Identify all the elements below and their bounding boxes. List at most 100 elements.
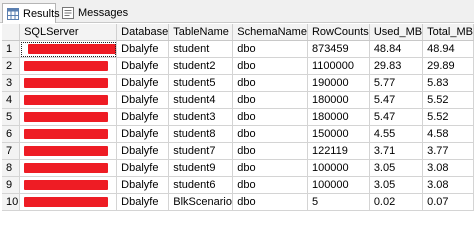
used-mb-cell[interactable]: 5.47 [369, 91, 424, 109]
rowcounts-cell[interactable]: 180000 [307, 91, 370, 109]
table-row[interactable]: 2 Dbalyfe student2 dbo 1100000 29.83 29.… [2, 57, 474, 75]
used-mb-cell[interactable]: 5.47 [369, 108, 424, 126]
sqlserver-cell[interactable] [19, 159, 118, 177]
table-row[interactable]: 8 Dbalyfe student9 dbo 100000 3.05 3.08 [2, 159, 474, 177]
row-number-cell[interactable]: 2 [2, 57, 21, 75]
sqlserver-cell[interactable] [19, 142, 118, 160]
total-mb-cell[interactable]: 3.77 [422, 142, 474, 160]
column-header-rowcounts[interactable]: RowCounts [307, 24, 370, 41]
rowcounts-cell[interactable]: 100000 [307, 176, 370, 194]
tablename-cell[interactable]: student3 [168, 108, 234, 126]
table-row[interactable]: 6 Dbalyfe student8 dbo 150000 4.55 4.58 [2, 125, 474, 143]
table-row[interactable]: 5 Dbalyfe student3 dbo 180000 5.47 5.52 [2, 108, 474, 126]
tab-results[interactable]: Results [2, 3, 60, 23]
column-header-sqlserver[interactable]: SQLServer [19, 24, 118, 41]
tablename-cell[interactable]: student4 [168, 91, 234, 109]
sqlserver-cell[interactable] [19, 108, 118, 126]
used-mb-cell[interactable]: 5.77 [369, 74, 424, 92]
used-mb-cell[interactable]: 3.05 [369, 176, 424, 194]
table-row[interactable]: 7 Dbalyfe student7 dbo 122119 3.71 3.77 [2, 142, 474, 160]
table-row[interactable]: 1 Dbalyfe student dbo 873459 48.84 48.94 [2, 40, 474, 58]
rowcounts-cell[interactable]: 873459 [307, 40, 370, 58]
tablename-cell[interactable]: student9 [168, 159, 234, 177]
schemaname-cell[interactable]: dbo [232, 193, 308, 211]
table-row[interactable]: 4 Dbalyfe student4 dbo 180000 5.47 5.52 [2, 91, 474, 109]
database-cell[interactable]: Dbalyfe [116, 91, 170, 109]
tablename-cell[interactable]: student [168, 40, 234, 58]
database-cell[interactable]: Dbalyfe [116, 176, 170, 194]
row-number-cell[interactable]: 4 [2, 91, 21, 109]
row-number-cell[interactable]: 9 [2, 176, 21, 194]
database-cell[interactable]: Dbalyfe [116, 193, 170, 211]
table-row[interactable]: 10 Dbalyfe BlkScenario dbo 5 0.02 0.07 [2, 193, 474, 211]
rowcounts-cell[interactable]: 5 [307, 193, 370, 211]
table-row[interactable]: 9 Dbalyfe student6 dbo 100000 3.05 3.08 [2, 176, 474, 194]
schemaname-cell[interactable]: dbo [232, 91, 308, 109]
tab-messages[interactable]: Messages [58, 3, 128, 22]
row-number-cell[interactable]: 8 [2, 159, 21, 177]
total-mb-cell[interactable]: 4.58 [422, 125, 474, 143]
used-mb-cell[interactable]: 4.55 [369, 125, 424, 143]
database-cell[interactable]: Dbalyfe [116, 40, 170, 58]
column-header-used-mb[interactable]: Used_MB [369, 24, 424, 41]
used-mb-cell[interactable]: 29.83 [369, 57, 424, 75]
sqlserver-cell[interactable] [19, 74, 118, 92]
schemaname-cell[interactable]: dbo [232, 142, 308, 160]
column-header-schemaname[interactable]: SchemaName [232, 24, 308, 41]
rowcounts-cell[interactable]: 180000 [307, 108, 370, 126]
total-mb-cell[interactable]: 5.83 [422, 74, 474, 92]
sqlserver-cell[interactable] [19, 57, 118, 75]
tablename-cell[interactable]: student7 [168, 142, 234, 160]
total-mb-cell[interactable]: 0.07 [422, 193, 474, 211]
column-header-database[interactable]: Database [116, 24, 170, 41]
rowcounts-cell[interactable]: 122119 [307, 142, 370, 160]
column-header-rownum[interactable] [2, 24, 21, 41]
sqlserver-cell[interactable] [19, 176, 118, 194]
used-mb-cell[interactable]: 48.84 [369, 40, 424, 58]
database-cell[interactable]: Dbalyfe [116, 108, 170, 126]
row-number-cell[interactable]: 7 [2, 142, 21, 160]
column-header-total-mb[interactable]: Total_MB [422, 24, 474, 41]
schemaname-cell[interactable]: dbo [232, 159, 308, 177]
tablename-cell[interactable]: student8 [168, 125, 234, 143]
rowcounts-cell[interactable]: 100000 [307, 159, 370, 177]
row-number-cell[interactable]: 3 [2, 74, 21, 92]
results-grid[interactable]: SQLServer Database TableName SchemaName … [2, 24, 474, 211]
table-row[interactable]: 3 Dbalyfe student5 dbo 190000 5.77 5.83 [2, 74, 474, 92]
schemaname-cell[interactable]: dbo [232, 57, 308, 75]
rowcounts-cell[interactable]: 190000 [307, 74, 370, 92]
total-mb-cell[interactable]: 5.52 [422, 91, 474, 109]
used-mb-cell[interactable]: 3.71 [369, 142, 424, 160]
tablename-cell[interactable]: student5 [168, 74, 234, 92]
row-number-cell[interactable]: 1 [2, 40, 21, 58]
used-mb-cell[interactable]: 0.02 [369, 193, 424, 211]
total-mb-cell[interactable]: 3.08 [422, 176, 474, 194]
database-cell[interactable]: Dbalyfe [116, 57, 170, 75]
tablename-cell[interactable]: student2 [168, 57, 234, 75]
total-mb-cell[interactable]: 29.89 [422, 57, 474, 75]
database-cell[interactable]: Dbalyfe [116, 159, 170, 177]
database-cell[interactable]: Dbalyfe [116, 125, 170, 143]
rowcounts-cell[interactable]: 150000 [307, 125, 370, 143]
tablename-cell[interactable]: BlkScenario [168, 193, 234, 211]
schemaname-cell[interactable]: dbo [232, 125, 308, 143]
schemaname-cell[interactable]: dbo [232, 40, 308, 58]
total-mb-cell[interactable]: 3.08 [422, 159, 474, 177]
sqlserver-cell[interactable] [19, 193, 118, 211]
column-header-tablename[interactable]: TableName [168, 24, 234, 41]
schemaname-cell[interactable]: dbo [232, 176, 308, 194]
database-cell[interactable]: Dbalyfe [116, 142, 170, 160]
schemaname-cell[interactable]: dbo [232, 108, 308, 126]
row-number-cell[interactable]: 5 [2, 108, 21, 126]
row-number-cell[interactable]: 10 [2, 193, 21, 211]
rowcounts-cell[interactable]: 1100000 [307, 57, 370, 75]
sqlserver-cell[interactable] [19, 91, 118, 109]
database-cell[interactable]: Dbalyfe [116, 74, 170, 92]
sqlserver-cell[interactable] [19, 40, 118, 58]
tablename-cell[interactable]: student6 [168, 176, 234, 194]
schemaname-cell[interactable]: dbo [232, 74, 308, 92]
used-mb-cell[interactable]: 3.05 [369, 159, 424, 177]
row-number-cell[interactable]: 6 [2, 125, 21, 143]
total-mb-cell[interactable]: 5.52 [422, 108, 474, 126]
sqlserver-cell[interactable] [19, 125, 118, 143]
